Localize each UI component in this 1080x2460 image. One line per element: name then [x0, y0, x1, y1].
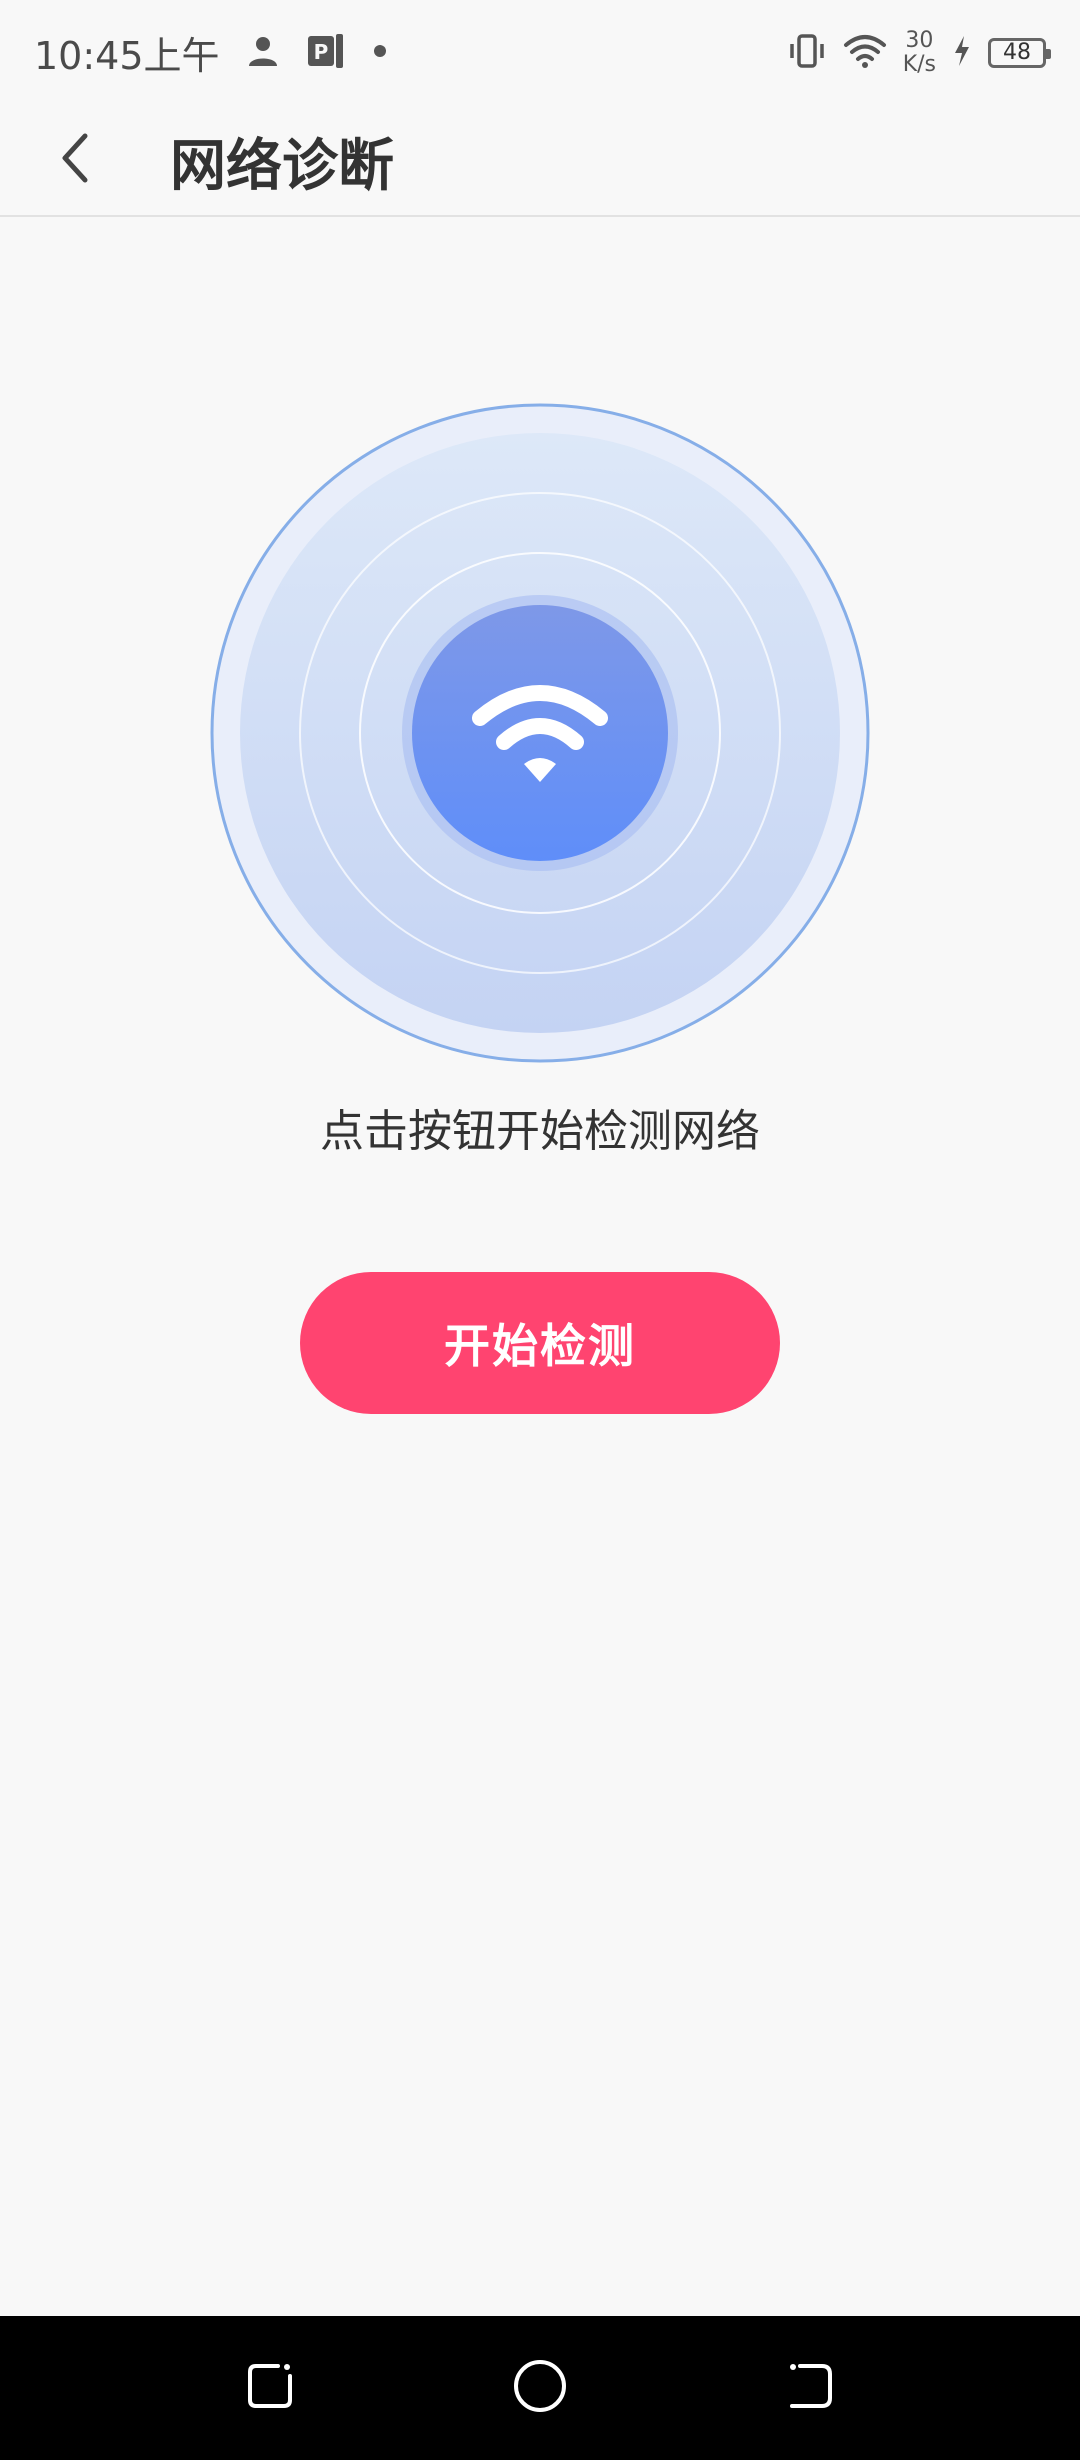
network-speed-value: 30	[905, 27, 934, 53]
network-speed: 30 K/s	[902, 27, 936, 77]
page-title: 网络诊断	[170, 133, 394, 199]
battery-icon: 48	[988, 37, 1051, 68]
battery-level: 48	[1003, 40, 1031, 65]
back-icon	[782, 2358, 838, 2418]
network-radar-graphic	[210, 403, 870, 1063]
svg-text:P: P	[313, 40, 328, 64]
wifi-icon	[843, 33, 887, 73]
home-button[interactable]	[500, 2348, 580, 2428]
person-icon	[246, 34, 280, 72]
app-bar: 网络诊断	[0, 105, 1080, 217]
status-time: 10:45上午	[34, 34, 220, 78]
chevron-left-icon	[55, 130, 95, 190]
back-nav-button[interactable]	[770, 2348, 850, 2428]
status-bar: 10:45上午 P 30 K/s 48	[0, 0, 1080, 105]
parking-app-icon: P	[306, 32, 346, 74]
home-icon	[510, 2356, 570, 2420]
hint-text: 点击按钮开始检测网络	[320, 1106, 760, 1157]
network-speed-unit: K/s	[902, 51, 936, 77]
recent-apps-icon	[242, 2358, 298, 2418]
recent-apps-button[interactable]	[230, 2348, 310, 2428]
start-detection-button[interactable]: 开始检测	[300, 1272, 780, 1414]
charging-icon	[952, 34, 972, 72]
back-button[interactable]	[40, 125, 110, 195]
status-right: 30 K/s 48	[787, 27, 1051, 77]
status-left: 10:45上午 P	[34, 25, 388, 80]
vibrate-icon	[787, 32, 827, 74]
navigation-bar	[0, 2316, 1080, 2460]
dot-icon	[372, 43, 388, 63]
